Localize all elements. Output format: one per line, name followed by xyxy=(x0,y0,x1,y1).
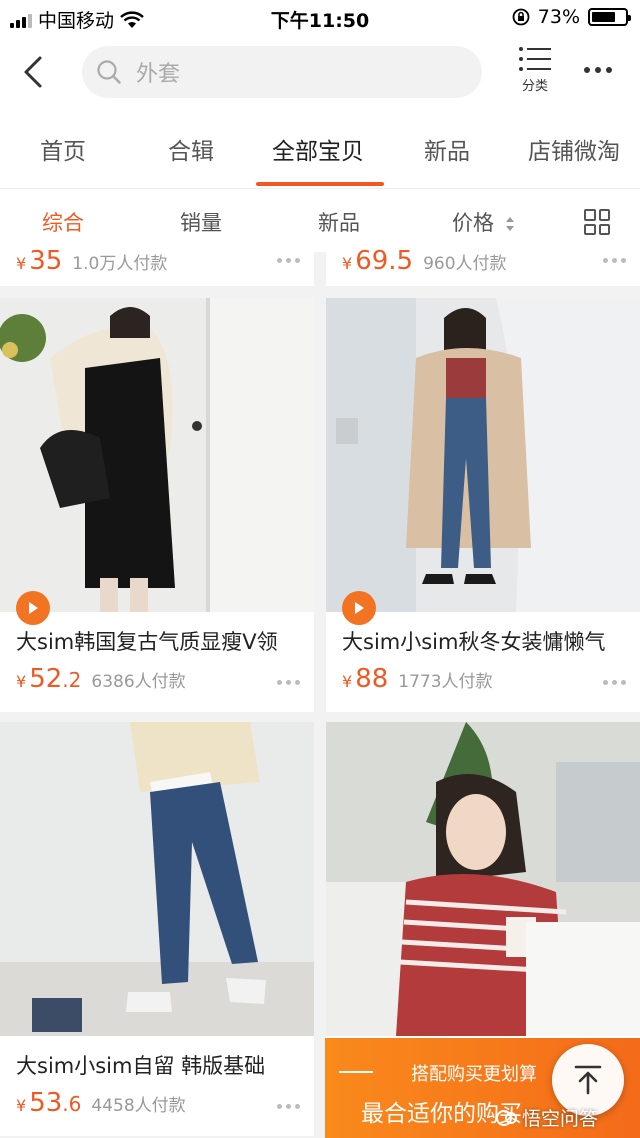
product-image[interactable] xyxy=(0,722,314,1036)
sold-count: 960人付款 xyxy=(423,254,507,274)
card-more-icon[interactable] xyxy=(603,680,626,685)
product-title[interactable]: 大sim小sim自留 韩版基础 xyxy=(16,1050,306,1080)
promo-headline: 搭配购买更划算 xyxy=(411,1064,537,1085)
more-button[interactable] xyxy=(584,60,624,80)
price: 35 xyxy=(29,246,63,276)
card-more-icon[interactable] xyxy=(277,1104,300,1109)
product-card[interactable]: 大sim小sim自留 韩版基础 ¥ 53 .6 4458人付款 xyxy=(0,722,314,1136)
video-play-icon[interactable] xyxy=(342,591,376,625)
sort-bar: 综合 销量 新品 价格 xyxy=(0,188,640,252)
search-header: 外套 分类 xyxy=(0,36,640,110)
currency-symbol: ¥ xyxy=(16,672,27,691)
price-decimal: .2 xyxy=(62,668,82,692)
price-integer: 53 xyxy=(29,1088,63,1118)
sold-count: 1.0万人付款 xyxy=(72,254,168,274)
sort-newest[interactable]: 新品 xyxy=(318,207,360,237)
grid-view-icon[interactable] xyxy=(584,209,610,235)
watermark-text: 悟空问答 xyxy=(522,1108,599,1130)
product-card[interactable]: 大sim韩国复古气质显瘦V领 ¥ 52 .2 6386人付款 xyxy=(0,298,314,712)
tab-collections[interactable]: 合辑 xyxy=(168,132,214,166)
search-input[interactable]: 外套 xyxy=(82,46,482,98)
promo-divider xyxy=(339,1071,373,1073)
currency-symbol: ¥ xyxy=(16,1096,27,1115)
tab-shop-feed[interactable]: 店铺微淘 xyxy=(528,132,620,166)
currency-symbol: ¥ xyxy=(342,672,353,691)
back-button[interactable] xyxy=(14,52,54,92)
sort-price-label: 价格 xyxy=(452,211,494,235)
product-image[interactable] xyxy=(326,722,640,1036)
sold-count: 4458人付款 xyxy=(91,1096,186,1116)
arrow-up-icon xyxy=(574,1065,602,1095)
price: 69.5 xyxy=(355,246,414,276)
watermark: 悟空问答 xyxy=(496,1104,598,1131)
sort-price[interactable]: 价格 xyxy=(452,207,515,237)
currency-symbol: ¥ xyxy=(342,254,353,273)
sort-sales[interactable]: 销量 xyxy=(180,207,222,237)
currency-symbol: ¥ xyxy=(16,254,27,273)
price-decimal: .6 xyxy=(62,1092,82,1116)
video-play-icon[interactable] xyxy=(16,591,50,625)
orientation-lock-icon xyxy=(512,8,530,26)
category-button[interactable]: 分类 xyxy=(508,46,562,102)
tab-new[interactable]: 新品 xyxy=(424,132,470,166)
card-more-icon[interactable] xyxy=(603,258,626,263)
sold-count: 6386人付款 xyxy=(91,672,186,692)
battery-percent: 73% xyxy=(537,6,580,28)
tab-all-items[interactable]: 全部宝贝 xyxy=(272,132,364,166)
more-dots-icon xyxy=(584,67,590,73)
search-placeholder: 外套 xyxy=(136,62,181,87)
product-image[interactable] xyxy=(0,298,314,612)
previous-row: ¥ 35 1.0万人付款 ¥ 69.5 960人付款 xyxy=(0,246,640,288)
card-more-icon[interactable] xyxy=(277,258,300,263)
tab-home[interactable]: 首页 xyxy=(40,132,86,166)
status-bar: 中国移动 下午11:50 73% xyxy=(0,0,640,36)
shop-tabs: 首页 合辑 全部宝贝 新品 店铺微淘 xyxy=(0,110,640,188)
price-integer: 88 xyxy=(355,664,389,694)
product-title[interactable]: 大sim小sim秋冬女装慵懒气 xyxy=(342,626,632,656)
battery-icon xyxy=(588,8,631,26)
sort-arrows-icon xyxy=(505,217,514,231)
product-title[interactable]: 大sim韩国复古气质显瘦V领 xyxy=(16,626,306,656)
price-integer: 52 xyxy=(29,664,63,694)
prev-card[interactable]: ¥ 69.5 960人付款 xyxy=(326,246,640,286)
sold-count: 1773人付款 xyxy=(398,672,493,692)
chevron-left-icon xyxy=(24,56,42,88)
category-label: 分类 xyxy=(521,79,548,94)
active-tab-indicator xyxy=(256,182,384,186)
list-icon xyxy=(519,47,551,71)
card-more-icon[interactable] xyxy=(277,680,300,685)
watermark-logo-icon xyxy=(496,1109,517,1126)
prev-card[interactable]: ¥ 35 1.0万人付款 xyxy=(0,246,314,286)
sort-overall[interactable]: 综合 xyxy=(42,207,84,237)
product-card[interactable]: 大sim小sim秋冬女装慵懒气 ¥ 88 1773人付款 xyxy=(326,298,640,712)
product-image[interactable] xyxy=(326,298,640,612)
search-icon xyxy=(97,60,121,84)
